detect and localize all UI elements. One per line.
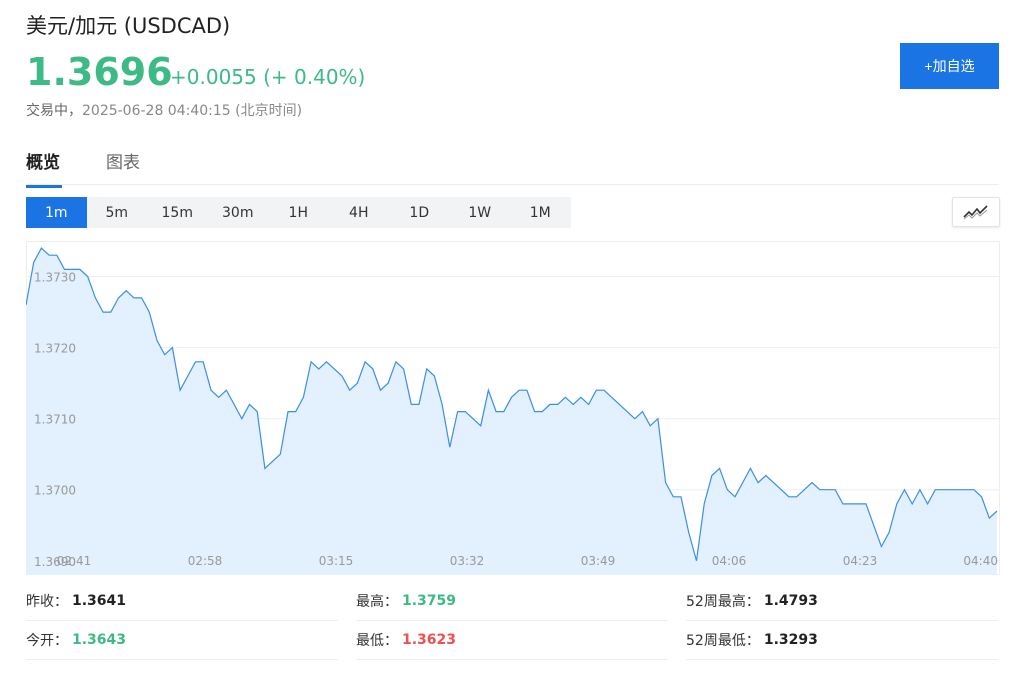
x-tick-label: 03:49 [581, 554, 616, 568]
x-tick-label: 04:40 [963, 554, 998, 568]
period-30m[interactable]: 30m [208, 197, 269, 228]
period-selector: 1m 5m 15m 30m 1H 4H 1D 1W 1M [26, 197, 571, 228]
tab-active-indicator [26, 185, 62, 188]
stat-value: 1.3623 [402, 632, 457, 648]
line-chart-icon [963, 205, 988, 220]
y-tick-label: 1.3700 [34, 484, 76, 498]
price-change: +0.0055 (+ 0.40%) [170, 65, 366, 89]
y-tick-label: 1.3710 [34, 413, 76, 427]
stat-value: 1.3759 [402, 593, 457, 609]
stat-label: 今开： [26, 633, 68, 649]
x-tick-label: 02:58 [188, 554, 223, 568]
y-tick-label: 1.3720 [34, 342, 76, 356]
trading-status: 交易中，2025-06-28 04:40:15 (北京时间) [26, 100, 302, 120]
instrument-title: 美元/加元 (USDCAD) [26, 14, 231, 38]
stat-value: 1.3293 [763, 632, 818, 648]
stat-label: 昨收： [26, 594, 68, 610]
period-1mo[interactable]: 1M [510, 197, 571, 228]
period-15m[interactable]: 15m [147, 197, 208, 228]
x-tick-label: 02:41 [57, 554, 92, 568]
tab-bar: 概览 图表 [26, 146, 999, 188]
price-chart[interactable]: 1.37301.37201.37101.37001.3690 02:41 02:5… [26, 241, 1000, 575]
stat-52w-low: 52周最低： 1.3293 [686, 621, 998, 660]
period-1m[interactable]: 1m [26, 197, 87, 228]
tab-overview[interactable]: 概览 [26, 148, 62, 188]
current-price: 1.3696 [26, 50, 173, 94]
stat-low: 最低： 1.3623 [356, 621, 668, 660]
stat-value: 1.3643 [72, 632, 127, 648]
period-5m[interactable]: 5m [87, 197, 148, 228]
stat-52w-high: 52周最高： 1.4793 [686, 582, 998, 621]
x-tick-label: 04:06 [712, 554, 747, 568]
status-label: 交易中， [26, 103, 82, 119]
add-watchlist-button[interactable]: +加自选 [900, 43, 999, 89]
period-1h[interactable]: 1H [268, 197, 329, 228]
stat-value: 1.4793 [763, 593, 818, 609]
y-tick-label: 1.3730 [34, 271, 76, 285]
tab-chart[interactable]: 图表 [106, 148, 140, 173]
x-tick-label: 03:15 [319, 554, 354, 568]
stat-high: 最高： 1.3759 [356, 582, 668, 621]
x-tick-label: 04:23 [843, 554, 878, 568]
period-1d[interactable]: 1D [389, 197, 450, 228]
stat-value: 1.3641 [72, 593, 127, 609]
stat-label: 52周最低： [686, 633, 760, 649]
stat-open: 今开： 1.3643 [26, 621, 338, 660]
tab-overview-label: 概览 [26, 153, 60, 173]
stat-prev-close: 昨收： 1.3641 [26, 582, 338, 621]
stat-label: 52周最高： [686, 594, 760, 610]
period-1w[interactable]: 1W [450, 197, 511, 228]
stat-label: 最高： [356, 594, 398, 610]
period-4h[interactable]: 4H [329, 197, 390, 228]
timestamp: 2025-06-28 04:40:15 (北京时间) [82, 103, 303, 119]
chart-type-toggle[interactable] [952, 197, 1000, 227]
stat-label: 最低： [356, 633, 398, 649]
x-tick-label: 03:32 [450, 554, 485, 568]
